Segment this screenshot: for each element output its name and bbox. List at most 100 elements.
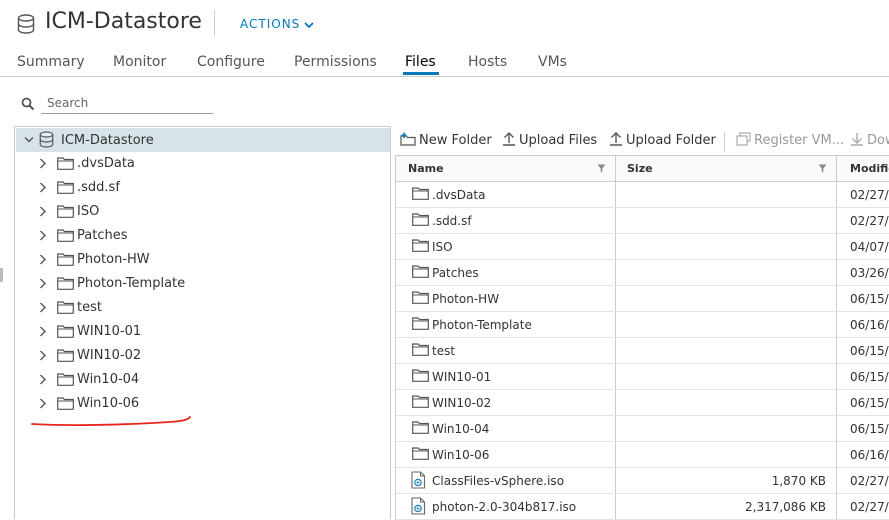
file-modified: 06/15/2 [850,292,889,306]
table-row[interactable]: WIN10-02 06/15/2 [396,390,889,416]
tab-hosts[interactable]: Hosts [468,54,507,70]
file-modified: 06/15/2 [850,344,889,358]
file-size: 2,317,086 KB [745,500,826,514]
chevron-right-icon[interactable] [39,158,47,169]
file-name: .sdd.sf [432,214,472,228]
tree-root-row[interactable]: ICM-Datastore [16,128,390,152]
tab-vms[interactable]: VMs [538,54,567,70]
iso-file-icon [411,471,426,489]
tree-item[interactable]: .dvsData [15,153,389,175]
chevron-right-icon[interactable] [39,302,47,313]
folder-icon [57,301,74,314]
register-vm-icon [736,132,751,146]
register-vm-button[interactable]: Register VM... [736,132,844,148]
file-modified: 06/16/2 [850,318,889,332]
table-row[interactable]: .dvsData 02/27/2 [396,182,889,208]
new-folder-icon [400,132,416,146]
folder-icon [57,229,74,242]
table-row[interactable]: Patches 03/26/2 [396,260,889,286]
folder-icon [412,421,429,434]
download-button[interactable]: Dow [850,132,889,148]
folder-icon [412,369,429,382]
tab-permissions[interactable]: Permissions [294,54,377,70]
header-divider [214,10,215,36]
filter-icon[interactable] [818,164,827,173]
file-name: Photon-Template [432,318,532,332]
tree-item[interactable]: WIN10-01 [15,321,389,343]
tab-monitor[interactable]: Monitor [113,54,166,70]
file-modified: 06/15/2 [850,370,889,384]
datastore-icon [17,14,35,34]
table-row[interactable]: Photon-HW 06/15/2 [396,286,889,312]
column-header-name[interactable]: Name [408,162,444,175]
tree-item[interactable]: Photon-HW [15,249,389,271]
folder-icon [412,447,429,460]
tree-item-label: WIN10-02 [77,348,142,363]
file-name: ClassFiles-vSphere.iso [432,474,565,488]
table-row[interactable]: .sdd.sf 02/27/2 [396,208,889,234]
tab-summary[interactable]: Summary [17,54,85,70]
chevron-right-icon[interactable] [39,230,47,241]
column-header-size[interactable]: Size [627,162,653,175]
file-size: 1,870 KB [771,474,826,488]
chevron-right-icon[interactable] [39,326,47,337]
table-row[interactable]: Win10-06 06/16/2 [396,442,889,468]
table-row[interactable]: photon-2.0-304b817.iso 2,317,086 KB 02/27/… [396,494,889,520]
upload-folder-button[interactable]: Upload Folder [609,132,716,148]
actions-label: ACTIONS [240,17,301,31]
tree-item[interactable]: .sdd.sf [15,177,389,199]
file-modified: 06/15/2 [850,396,889,410]
filter-icon[interactable] [597,164,606,173]
tree-item[interactable]: Win10-04 [15,369,389,391]
chevron-right-icon[interactable] [39,278,47,289]
tab-bar: Summary Monitor Configure Permissions Fi… [0,48,889,77]
chevron-right-icon[interactable] [39,398,47,409]
table-row[interactable]: Photon-Template 06/16/2 [396,312,889,338]
chevron-right-icon[interactable] [39,254,47,265]
tree-item[interactable]: test [15,297,389,319]
toolbar-divider [724,132,725,152]
tree-item[interactable]: Win10-06 [15,393,389,415]
table-row[interactable]: ClassFiles-vSphere.iso 1,870 KB 02/27/2 [396,468,889,494]
datastore-icon [39,131,54,148]
table-row[interactable]: Win10-04 06/15/2 [396,416,889,442]
file-toolbar: New Folder Upload Files Upload Folder Re… [396,128,889,152]
chevron-right-icon[interactable] [39,350,47,361]
folder-icon [412,343,429,356]
page-title: ICM-Datastore [45,9,202,34]
file-grid: Name Size Modifie .dvsData02/27/2.sdd.sf… [395,155,889,520]
chevron-right-icon[interactable] [39,206,47,217]
tree-item[interactable]: Photon-Template [15,273,389,295]
folder-icon [57,349,74,362]
panel-resize-handle[interactable] [0,268,3,282]
tree-item[interactable]: WIN10-02 [15,345,389,367]
column-header-modified[interactable]: Modifie [850,162,889,175]
upload-files-button[interactable]: Upload Files [502,132,597,148]
search-icon [21,97,35,111]
tab-configure[interactable]: Configure [197,54,265,70]
tree-root-label: ICM-Datastore [61,133,154,148]
actions-menu-button[interactable]: ACTIONS [240,17,314,31]
tree-item-label: .dvsData [77,156,135,171]
red-underline-annotation [31,416,191,426]
folder-icon [412,187,429,200]
tree-item-label: Patches [77,228,128,243]
chevron-right-icon[interactable] [39,374,47,385]
tree-item-label: Photon-Template [77,276,186,291]
table-row[interactable]: test 06/15/2 [396,338,889,364]
upload-icon [503,132,515,146]
file-name: .dvsData [432,188,486,202]
table-row[interactable]: ISO 04/07/2 [396,234,889,260]
tree-item[interactable]: ISO [15,201,389,223]
chevron-down-icon[interactable] [24,136,34,144]
folder-icon [412,239,429,252]
tab-files[interactable]: Files [405,54,436,70]
active-tab-indicator [403,72,439,75]
file-modified: 02/27/2 [850,474,889,488]
new-folder-button[interactable]: New Folder [400,132,492,148]
folder-icon [412,265,429,278]
table-row[interactable]: WIN10-01 06/15/2 [396,364,889,390]
search-input[interactable] [41,93,213,114]
tree-item[interactable]: Patches [15,225,389,247]
chevron-right-icon[interactable] [39,182,47,193]
